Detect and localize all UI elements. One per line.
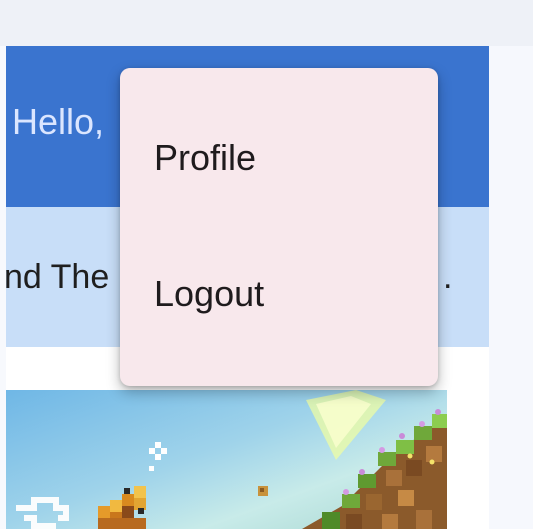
menu-item-logout-label: Logout bbox=[154, 273, 265, 314]
game-artwork-graphic bbox=[16, 390, 447, 529]
greeting-text: Hello, bbox=[12, 101, 105, 142]
browser-top-strip bbox=[0, 0, 533, 46]
menu-item-profile[interactable]: Profile bbox=[120, 92, 438, 228]
menu-item-logout[interactable]: Logout bbox=[120, 228, 438, 364]
banner-text-end: . bbox=[443, 258, 453, 296]
side-rail bbox=[489, 46, 533, 529]
user-dropdown-menu: Profile Logout bbox=[120, 68, 438, 386]
banner-text: nd The bbox=[6, 258, 110, 296]
menu-item-profile-label: Profile bbox=[154, 137, 257, 178]
game-artwork-image bbox=[6, 390, 447, 529]
